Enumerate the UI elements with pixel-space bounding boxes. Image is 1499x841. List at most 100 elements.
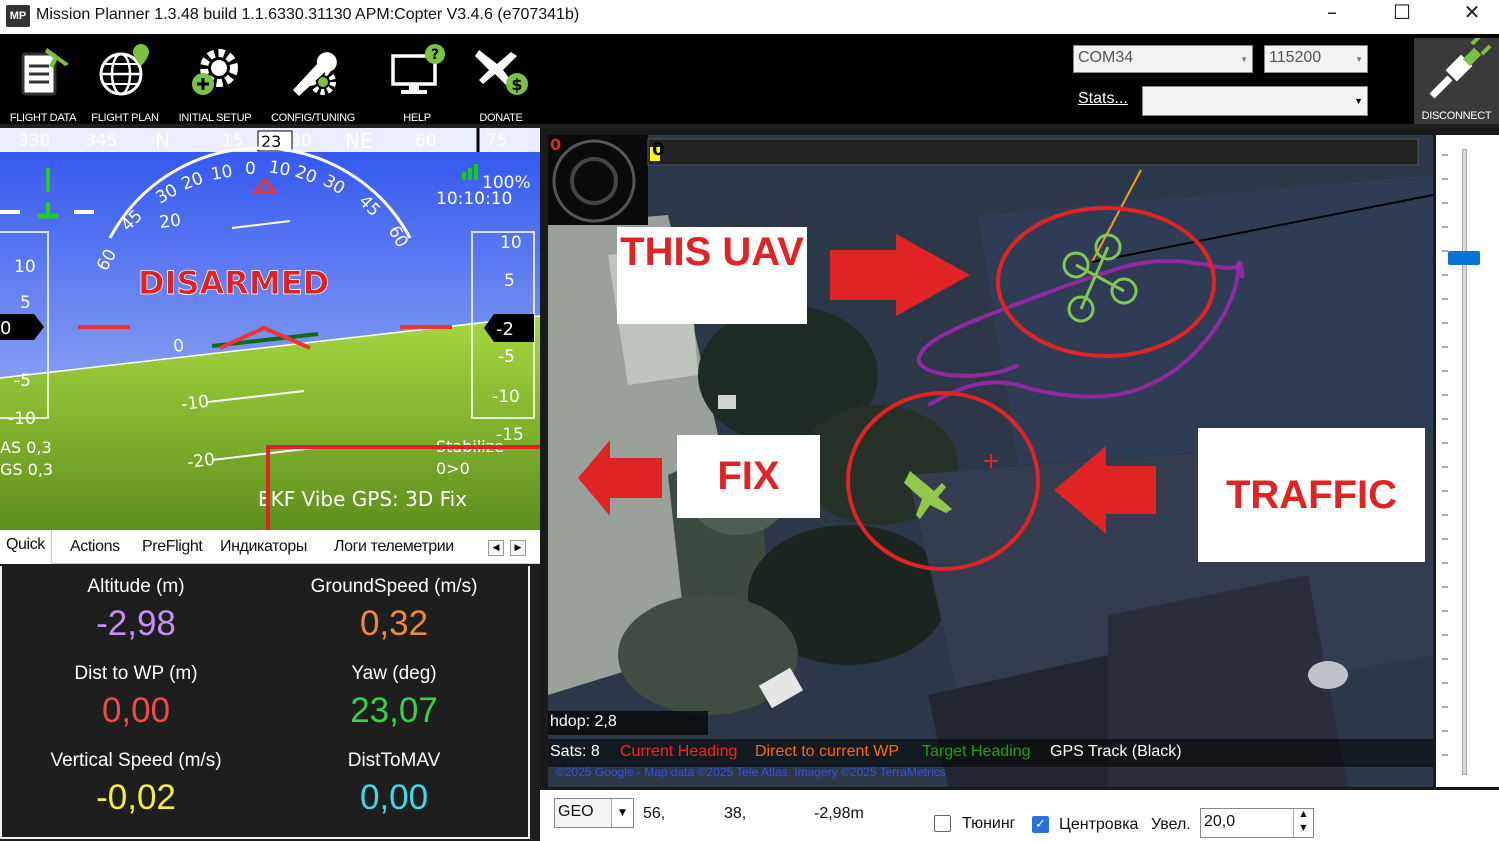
speed-value: 0	[0, 318, 11, 339]
stats-select[interactable]: ▼	[1142, 86, 1368, 116]
map-status-bar: GEO ▼ 56, 38, -2,98m Тюнинг ✓ Центровка …	[540, 790, 1499, 841]
quick-label: GroundSpeed (m/s)	[310, 576, 478, 597]
zoom-input[interactable]: 20,0 ▲ ▼	[1200, 808, 1314, 838]
donate-button[interactable]: $ DONATE	[458, 42, 544, 124]
groundspeed-readout: GS 0,3	[0, 460, 53, 479]
toolbar-label: CONFIG/TUNING	[270, 112, 356, 124]
hdop-readout: hdop: 2,8	[548, 711, 708, 735]
alt-tape-label: -5	[498, 347, 515, 367]
quick-cell-yaw[interactable]: Yaw (deg) 23,07	[264, 663, 524, 731]
altitude-value: -2	[496, 319, 514, 340]
spin-up-icon[interactable]: ▲	[1293, 809, 1313, 823]
center-checkbox[interactable]: ✓	[1032, 816, 1049, 833]
chevron-down-icon: ▼	[1240, 55, 1248, 64]
annotation-traffic: TRAFFIC	[1198, 428, 1425, 562]
heading-tape-label: N	[155, 129, 170, 153]
quick-value: -2,98	[96, 604, 176, 643]
zoom-slider[interactable]	[1436, 135, 1499, 787]
close-button[interactable]: ✕	[1437, 0, 1499, 34]
stats-link[interactable]: Stats...	[1078, 90, 1128, 108]
speed-tape-label: 5	[20, 293, 31, 313]
roll-label: 10	[267, 157, 292, 180]
toolbar-label: FLIGHT PLAN	[91, 112, 159, 124]
tab-actions[interactable]: Actions	[70, 538, 120, 556]
fix-highlight-box	[266, 445, 564, 538]
initial-setup-button[interactable]: INITIAL SETUP	[172, 42, 258, 124]
pitch-label: 20	[158, 210, 182, 232]
svg-text:?: ?	[431, 47, 439, 63]
sats-readout: Sats: 8	[550, 743, 600, 760]
main-toolbar: FLIGHT DATA FLIGHT PLAN INITIAL SETUP CO…	[0, 34, 1499, 124]
arm-status: DISARMED	[138, 264, 329, 302]
heading-tape-label: 330	[18, 131, 50, 151]
longitude-readout: 38,	[724, 805, 747, 822]
plane-dollar-icon: $	[475, 50, 528, 95]
quick-value: -0,02	[96, 778, 176, 817]
toolbar-label: DISCONNECT	[1421, 110, 1492, 122]
tuning-label: Тюнинг	[962, 815, 1016, 832]
legend-gps-track: GPS Track (Black)	[1050, 743, 1182, 760]
map-progress-value: 0	[652, 139, 665, 160]
wrench-gear-icon	[293, 52, 337, 96]
heading-tape-label: NE	[345, 129, 373, 153]
svg-text:$: $	[511, 75, 522, 94]
help-button[interactable]: ? HELP	[374, 42, 460, 124]
config-tuning-button[interactable]: CONFIG/TUNING	[270, 42, 356, 124]
tab-quick[interactable]: Quick	[0, 530, 52, 564]
baud-value: 115200	[1269, 49, 1322, 66]
clipboard-plane-icon	[21, 48, 69, 96]
quick-cell-altitude[interactable]: Altitude (m) -2,98	[6, 576, 266, 644]
baud-select[interactable]: 115200 ▼	[1264, 45, 1368, 73]
quick-cell-vertical-speed[interactable]: Vertical Speed (m/s) -0,02	[6, 750, 266, 818]
flight-data-button[interactable]: FLIGHT DATA	[0, 42, 86, 124]
toolbar-label: HELP	[403, 112, 431, 124]
tab-scroll-right-icon[interactable]: ▶	[510, 540, 526, 556]
tab-telemetry-logs[interactable]: Логи телеметрии	[334, 538, 454, 556]
altitude-readout: -2,98m	[814, 805, 864, 822]
annotation-this-uav: THIS UAV	[617, 227, 807, 324]
maximize-button[interactable]: ☐	[1367, 0, 1437, 34]
coord-system-select[interactable]: GEO ▼	[554, 798, 634, 828]
quick-value: 0,32	[359, 604, 429, 643]
chevron-down-icon: ▼	[1355, 55, 1363, 64]
legend-direct-wp: Direct to current WP	[755, 743, 900, 760]
zoom-value: 20,0	[1204, 813, 1236, 830]
heading-tape-label: 75	[486, 131, 508, 151]
legend-target-heading: Target Heading	[922, 743, 1031, 760]
globe-pin-icon	[99, 44, 149, 96]
toolbar-label: FLIGHT DATA	[9, 112, 77, 124]
tab-scroll-left-icon[interactable]: ◀	[488, 540, 504, 556]
zoom-label: Увел.	[1151, 816, 1191, 833]
quick-value: 23,07	[350, 691, 438, 730]
tab-preflight[interactable]: PreFlight	[142, 538, 203, 556]
spin-down-icon[interactable]: ▼	[1293, 823, 1313, 837]
quick-cell-groundspeed[interactable]: GroundSpeed (m/s) 0,32	[264, 576, 524, 644]
legend-current-heading: Current Heading	[620, 743, 738, 760]
center-label: Центровка	[1059, 816, 1139, 833]
tab-indicators[interactable]: Индикаторы	[220, 538, 307, 556]
speed-tape-label: -5	[14, 371, 31, 391]
speed-tape-label: -10	[8, 409, 36, 429]
airspeed-readout: AS 0,3	[0, 438, 52, 457]
tuning-checkbox[interactable]	[934, 815, 951, 832]
quick-label: Yaw (deg)	[351, 663, 437, 684]
toolbar-label: DONATE	[479, 112, 523, 124]
disconnect-button[interactable]: DISCONNECT	[1414, 34, 1499, 124]
plug-icon	[1429, 34, 1492, 99]
toolbar-label: INITIAL SETUP	[178, 112, 252, 124]
title-bar: MP Mission Planner 1.3.48 build 1.1.6330…	[0, 0, 1499, 34]
map-copyright: ©2025 Google - Map data ©2025 Tele Atlas…	[556, 765, 946, 779]
alt-tape-label: 10	[500, 233, 522, 253]
quick-cell-dist-to-wp[interactable]: Dist to WP (m) 0,00	[6, 663, 266, 731]
quick-cell-dist-to-mav[interactable]: DistToMAV 0,00	[264, 750, 524, 818]
minimize-button[interactable]: –	[1297, 0, 1367, 34]
flight-plan-button[interactable]: FLIGHT PLAN	[82, 42, 168, 124]
quick-label: DistToMAV	[347, 750, 441, 771]
port-select[interactable]: COM34 ▼	[1073, 45, 1253, 73]
flight-time: 10:10:10	[436, 189, 512, 209]
gear-plus-icon	[192, 49, 238, 95]
slider-ticks	[1442, 154, 1448, 756]
alt-tape-label: 5	[504, 271, 515, 291]
quick-label: Dist to WP (m)	[74, 663, 198, 684]
heading-tape-label: 60	[415, 131, 437, 151]
